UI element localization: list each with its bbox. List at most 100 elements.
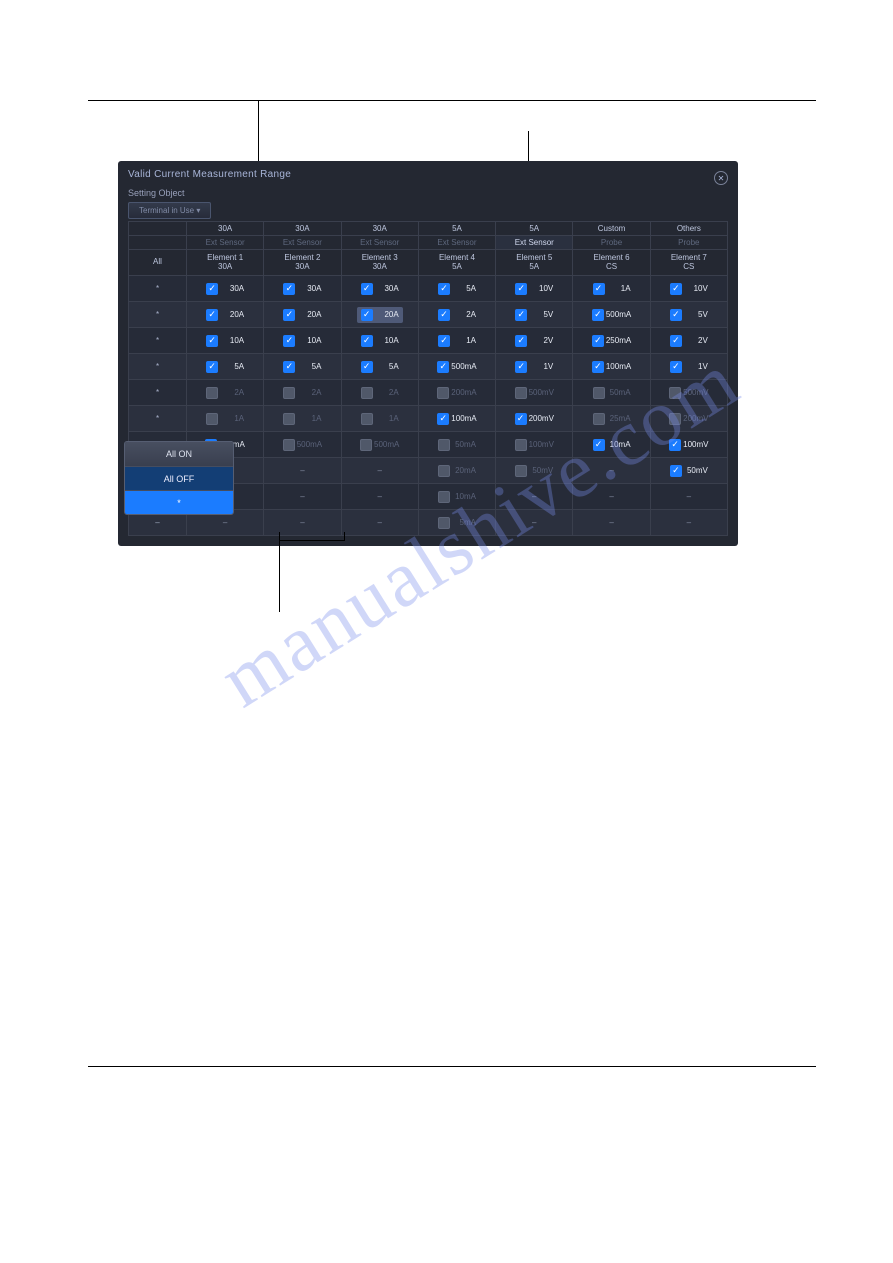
table-cell[interactable]: 2A (264, 380, 341, 406)
close-icon[interactable]: ✕ (714, 171, 728, 185)
checkbox-icon[interactable]: ✓ (437, 413, 449, 425)
checkbox-icon[interactable] (669, 413, 681, 425)
table-cell[interactable]: ✓100mV (650, 432, 727, 458)
row-all[interactable]: * (129, 328, 187, 354)
checkbox-icon[interactable]: ✓ (670, 335, 682, 347)
row-all[interactable]: * (129, 354, 187, 380)
row-all[interactable]: * (129, 302, 187, 328)
checkbox-icon[interactable]: ✓ (283, 309, 295, 321)
checkbox-icon[interactable]: ✓ (206, 283, 218, 295)
checkbox-icon[interactable]: ✓ (670, 283, 682, 295)
row-all[interactable]: * (129, 380, 187, 406)
checkbox-icon[interactable] (206, 413, 218, 425)
table-cell[interactable]: ✓5A (418, 276, 495, 302)
table-cell[interactable]: 1A (264, 406, 341, 432)
table-cell[interactable]: ✓100mA (573, 354, 650, 380)
table-cell[interactable]: 50mV (496, 458, 573, 484)
table-cell[interactable]: 1A (341, 406, 418, 432)
table-cell[interactable]: ✓20A (187, 302, 264, 328)
checkbox-icon[interactable]: ✓ (670, 309, 682, 321)
checkbox-icon[interactable]: ✓ (593, 439, 605, 451)
table-cell[interactable]: ✓250mA (573, 328, 650, 354)
table-cell[interactable]: ✓30A (264, 276, 341, 302)
menu-all-on[interactable]: All ON (125, 442, 233, 466)
checkbox-icon[interactable]: ✓ (206, 361, 218, 373)
checkbox-icon[interactable]: ✓ (592, 309, 604, 321)
checkbox-icon[interactable] (437, 387, 449, 399)
checkbox-icon[interactable]: ✓ (669, 439, 681, 451)
col-hdr-2[interactable]: Element 230A (264, 250, 341, 276)
checkbox-icon[interactable] (360, 439, 372, 451)
table-cell[interactable]: 10mA (418, 484, 495, 510)
row-all[interactable]: * (129, 406, 187, 432)
table-cell[interactable]: ✓500mA (573, 302, 650, 328)
checkbox-icon[interactable]: ✓ (515, 335, 527, 347)
table-cell[interactable]: ✓10V (650, 276, 727, 302)
table-cell[interactable]: ✓1A (573, 276, 650, 302)
table-cell[interactable]: 2A (341, 380, 418, 406)
table-cell[interactable]: 500mA (341, 432, 418, 458)
table-cell[interactable]: 5mA (418, 510, 495, 536)
checkbox-icon[interactable]: ✓ (206, 335, 218, 347)
terminal-dropdown[interactable]: Terminal in Use ▾ (128, 202, 211, 219)
checkbox-icon[interactable]: ✓ (438, 283, 450, 295)
col-all[interactable]: All (129, 250, 187, 276)
col-hdr-6[interactable]: Element 6CS (573, 250, 650, 276)
table-cell[interactable]: ✓200mV (496, 406, 573, 432)
table-cell[interactable]: ✓2A (418, 302, 495, 328)
checkbox-icon[interactable] (283, 387, 295, 399)
checkbox-icon[interactable]: ✓ (670, 361, 682, 373)
table-cell[interactable]: 2A (187, 380, 264, 406)
table-cell[interactable]: 500mV (650, 380, 727, 406)
table-cell[interactable]: ✓10A (341, 328, 418, 354)
table-cell[interactable]: – (573, 510, 650, 536)
checkbox-icon[interactable] (283, 439, 295, 451)
checkbox-icon[interactable] (593, 413, 605, 425)
table-cell[interactable]: ✓10V (496, 276, 573, 302)
checkbox-icon[interactable]: ✓ (592, 361, 604, 373)
table-cell[interactable]: – (573, 484, 650, 510)
checkbox-icon[interactable] (515, 387, 527, 399)
table-cell[interactable]: 50mA (573, 380, 650, 406)
menu-cancel[interactable]: * (125, 490, 233, 514)
table-cell[interactable]: – (264, 458, 341, 484)
col-hdr-1[interactable]: Element 130A (187, 250, 264, 276)
table-cell[interactable]: 200mV (650, 406, 727, 432)
checkbox-icon[interactable]: ✓ (515, 413, 527, 425)
checkbox-icon[interactable]: ✓ (592, 335, 604, 347)
checkbox-icon[interactable] (361, 387, 373, 399)
checkbox-icon[interactable]: ✓ (515, 361, 527, 373)
checkbox-icon[interactable]: ✓ (283, 283, 295, 295)
table-cell[interactable]: – (264, 510, 341, 536)
table-cell[interactable]: ✓10A (187, 328, 264, 354)
checkbox-icon[interactable] (206, 387, 218, 399)
table-cell[interactable]: 50mA (418, 432, 495, 458)
table-cell[interactable]: 500mV (496, 380, 573, 406)
checkbox-icon[interactable] (283, 413, 295, 425)
checkbox-icon[interactable]: ✓ (283, 335, 295, 347)
checkbox-icon[interactable]: ✓ (206, 309, 218, 321)
checkbox-icon[interactable]: ✓ (361, 335, 373, 347)
table-cell[interactable]: ✓2V (496, 328, 573, 354)
checkbox-icon[interactable] (361, 413, 373, 425)
table-cell[interactable]: ✓20A (341, 302, 418, 328)
table-cell[interactable]: 100mV (496, 432, 573, 458)
table-cell[interactable]: ✓20A (264, 302, 341, 328)
table-cell[interactable]: ✓30A (187, 276, 264, 302)
checkbox-icon[interactable]: ✓ (515, 309, 527, 321)
table-cell[interactable]: – (496, 484, 573, 510)
table-cell[interactable]: ✓30A (341, 276, 418, 302)
checkbox-icon[interactable]: ✓ (670, 465, 682, 477)
checkbox-icon[interactable] (438, 517, 450, 529)
table-cell[interactable]: ✓5A (341, 354, 418, 380)
table-cell[interactable]: ✓5A (264, 354, 341, 380)
col-hdr-3[interactable]: Element 330A (341, 250, 418, 276)
checkbox-icon[interactable]: ✓ (361, 361, 373, 373)
col-hdr-7[interactable]: Element 7CS (650, 250, 727, 276)
checkbox-icon[interactable]: ✓ (283, 361, 295, 373)
table-cell[interactable]: 1A (187, 406, 264, 432)
checkbox-icon[interactable]: ✓ (438, 309, 450, 321)
table-cell[interactable]: ✓5A (187, 354, 264, 380)
table-cell[interactable]: ✓1V (496, 354, 573, 380)
table-cell[interactable]: ✓1V (650, 354, 727, 380)
